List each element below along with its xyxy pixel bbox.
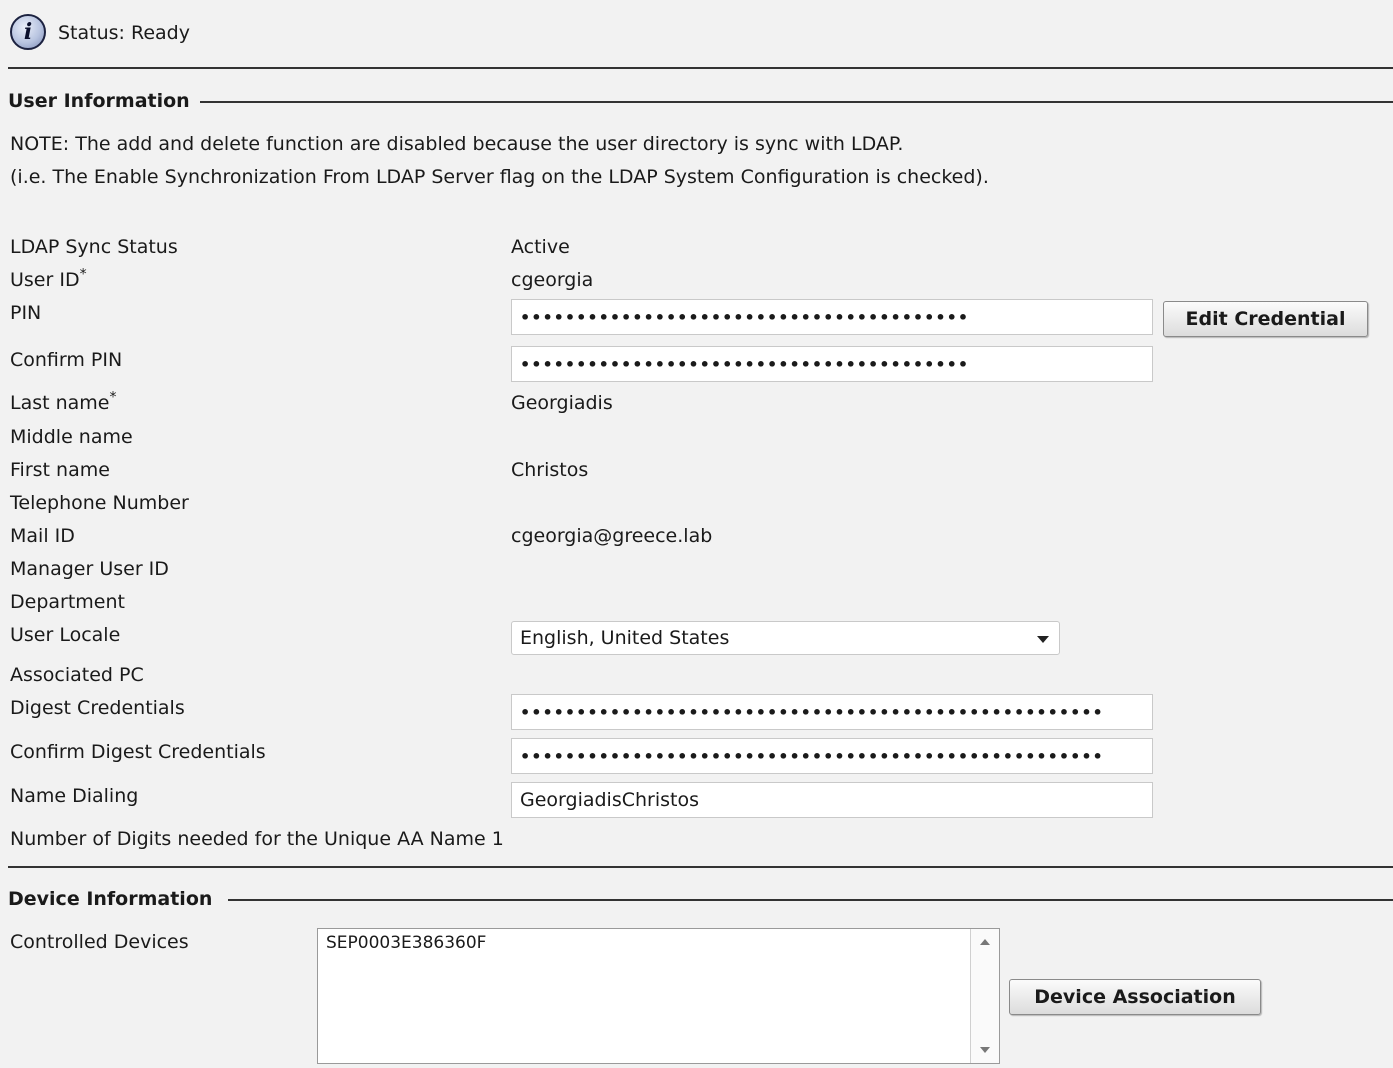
status-divider xyxy=(8,67,1393,69)
note-line-2: (i.e. The Enable Synchronization From LD… xyxy=(10,166,989,188)
confirm-pin-field-value: •••••••••••••••••••••••••••••••••••••••• xyxy=(520,354,970,374)
first-name-label: First name xyxy=(10,459,110,481)
unique-aa-digits-row: Number of Digits needed for the Unique A… xyxy=(10,828,504,850)
pin-field[interactable]: •••••••••••••••••••••••••••••••••••••••• xyxy=(511,299,1153,335)
user-info-section-line xyxy=(200,101,1393,103)
name-dialing-label: Name Dialing xyxy=(10,785,139,807)
list-item[interactable]: SEP0003E386360F xyxy=(326,933,486,953)
note-line-1: NOTE: The add and delete function are di… xyxy=(10,133,904,155)
controlled-devices-label: Controlled Devices xyxy=(10,931,189,953)
digest-credentials-field-value: ••••••••••••••••••••••••••••••••••••••••… xyxy=(520,702,1104,722)
user-id-value: cgeorgia xyxy=(511,269,594,291)
listbox-scrollbar[interactable] xyxy=(970,929,999,1063)
unique-aa-digits-label: Number of Digits needed for the Unique A… xyxy=(10,828,486,850)
confirm-pin-label: Confirm PIN xyxy=(10,349,123,371)
last-name-value: Georgiadis xyxy=(511,392,613,414)
user-id-label-text: User ID xyxy=(10,269,80,291)
confirm-digest-credentials-field[interactable]: ••••••••••••••••••••••••••••••••••••••••… xyxy=(511,738,1153,774)
digest-credentials-field[interactable]: ••••••••••••••••••••••••••••••••••••••••… xyxy=(511,694,1153,730)
department-label: Department xyxy=(10,591,125,613)
telephone-number-label: Telephone Number xyxy=(10,492,189,514)
mail-id-label: Mail ID xyxy=(10,525,75,547)
digest-credentials-label: Digest Credentials xyxy=(10,697,185,719)
confirm-digest-credentials-label: Confirm Digest Credentials xyxy=(10,741,266,763)
middle-name-label: Middle name xyxy=(10,426,133,448)
controlled-devices-listbox[interactable]: SEP0003E386360F xyxy=(317,928,1000,1064)
associated-pc-label: Associated PC xyxy=(10,664,144,686)
pin-field-value: •••••••••••••••••••••••••••••••••••••••• xyxy=(520,307,970,327)
user-id-label: User ID* xyxy=(10,266,87,291)
device-info-section-line xyxy=(228,899,1393,901)
user-info-section-title: User Information xyxy=(8,90,192,112)
user-locale-label: User Locale xyxy=(10,624,121,646)
name-dialing-field-value: GeorgiadisChristos xyxy=(520,789,700,811)
info-icon: i xyxy=(10,14,46,50)
device-association-button[interactable]: Device Association xyxy=(1009,979,1261,1015)
edit-credential-button[interactable]: Edit Credential xyxy=(1163,301,1368,337)
required-marker: * xyxy=(79,266,87,283)
manager-user-id-label: Manager User ID xyxy=(10,558,169,580)
scroll-down-icon[interactable] xyxy=(980,1047,990,1053)
first-name-value: Christos xyxy=(511,459,589,481)
info-icon-glyph: i xyxy=(23,19,33,45)
confirm-pin-field[interactable]: •••••••••••••••••••••••••••••••••••••••• xyxy=(511,346,1153,382)
unique-aa-digits-value: 1 xyxy=(491,828,504,850)
last-name-label: Last name* xyxy=(10,389,117,414)
user-locale-selected: English, United States xyxy=(520,627,730,649)
scroll-up-icon[interactable] xyxy=(980,939,990,945)
pin-label: PIN xyxy=(10,302,42,324)
mail-id-value: cgeorgia@greece.lab xyxy=(511,525,713,547)
user-locale-select[interactable]: English, United States xyxy=(511,621,1060,655)
confirm-digest-credentials-field-value: ••••••••••••••••••••••••••••••••••••••••… xyxy=(520,746,1104,766)
chevron-down-icon xyxy=(1037,636,1049,643)
user-info-bottom-divider xyxy=(8,866,1393,868)
device-info-section-title: Device Information xyxy=(8,888,215,910)
status-text: Status: Ready xyxy=(58,22,190,44)
ldap-sync-status-label: LDAP Sync Status xyxy=(10,236,178,258)
required-marker: * xyxy=(109,389,117,406)
name-dialing-field[interactable]: GeorgiadisChristos xyxy=(511,782,1153,818)
ldap-sync-status-value: Active xyxy=(511,236,570,258)
last-name-label-text: Last name xyxy=(10,392,110,414)
